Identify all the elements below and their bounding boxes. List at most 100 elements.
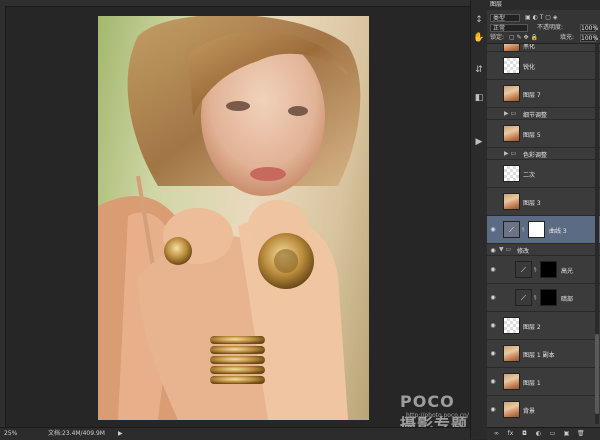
new-group-icon[interactable]: ▭ (549, 430, 556, 437)
layer-mask-thumbnail[interactable] (540, 261, 557, 278)
layer-name: 图层 2 (523, 324, 541, 331)
layer-row[interactable]: ◉ 图层 1 (487, 368, 600, 396)
layer-thumbnail (503, 401, 520, 418)
layer-thumbnail (503, 193, 520, 210)
fill-label: 填充: (560, 34, 575, 41)
opacity-field[interactable]: 100% (580, 24, 598, 32)
document-size: 文档:23.4M/409.9M (48, 430, 105, 437)
layer-name: 色彩调整 (523, 152, 548, 159)
visibility-toggle[interactable]: ◉ (489, 350, 497, 357)
layer-name: 二次 (523, 172, 536, 179)
tab-layers[interactable]: 图层 (490, 0, 502, 10)
visibility-toggle[interactable]: ◉ (489, 226, 497, 233)
new-layer-icon[interactable]: ▣ (563, 430, 570, 437)
lock-label: 锁定: (490, 34, 505, 41)
folder-icon[interactable]: ▶ ▭ (504, 150, 516, 157)
layer-row-selected[interactable]: ◉ ⟋ § 曲线 3 (487, 216, 600, 244)
trash-icon[interactable]: 🗑 (577, 430, 585, 437)
visibility-toggle[interactable]: ◉ (489, 406, 497, 413)
layer-name: 背景 (523, 408, 536, 415)
filter-icons: ▣ ◐ T ▢ ◈ (525, 14, 558, 21)
blend-mode-select[interactable]: 正常 (490, 24, 528, 32)
add-mask-icon[interactable]: ◘ (521, 430, 528, 437)
canvas-area: POCO摄影专题 http://photo.poco.cn/ (0, 0, 470, 434)
visibility-toggle[interactable]: ◉ (489, 294, 497, 301)
layer-group-row[interactable]: ▶ ▭ 色彩调整 (487, 148, 600, 160)
panel-dock-strip: ↕ ✋ ⇵ ◧ ▶ (470, 0, 488, 439)
visibility-toggle[interactable]: ◉ (489, 266, 497, 273)
layer-group-row[interactable]: ◉ ▼ ▭ 修改 (487, 244, 600, 256)
layer-row[interactable]: 黑化 (487, 43, 600, 52)
link-icon[interactable]: § (534, 267, 537, 273)
layer-name: 高光 (561, 268, 574, 275)
status-bar: 25% 文档:23.4M/409.9M ▶ (0, 427, 470, 440)
layer-name: 图层 3 (523, 200, 541, 207)
layer-row[interactable]: ◉ 图层 2 (487, 312, 600, 340)
watermark-url: http://photo.poco.cn/ (406, 412, 469, 419)
visibility-toggle[interactable]: ◉ (489, 378, 497, 385)
layer-thumbnail (503, 44, 520, 52)
layer-row[interactable]: 图层 5 (487, 120, 600, 148)
layer-row[interactable]: 图层 7 (487, 80, 600, 108)
layer-name: 暗部 (561, 296, 574, 303)
zoom-level[interactable]: 25% (4, 428, 17, 440)
layer-name: 图层 1 (523, 380, 541, 387)
folder-icon[interactable]: ▶ ▭ (504, 110, 516, 117)
properties-icon[interactable]: ◧ (473, 92, 485, 104)
layer-thumbnail (503, 373, 520, 390)
layers-panel: 图层 类型 ▣ ◐ T ▢ ◈ 正常 不透明度: 100% 锁定: ▢ ✎ ✥ … (487, 0, 600, 440)
layer-filter-row: 类型 ▣ ◐ T ▢ ◈ (487, 13, 600, 23)
layer-name: 图层 5 (523, 132, 541, 139)
blend-row: 正常 不透明度: 100% (487, 23, 600, 33)
layer-thumbnail (503, 125, 520, 142)
visibility-toggle[interactable]: ◉ (489, 247, 497, 254)
link-icon[interactable]: § (522, 227, 525, 233)
layer-mask-thumbnail[interactable] (540, 289, 557, 306)
layer-name: 曲线 3 (549, 228, 567, 235)
history-icon[interactable]: ↕ (473, 14, 485, 26)
link-layers-icon[interactable]: ∞ (493, 430, 500, 437)
layer-row[interactable]: 锐化 (487, 52, 600, 80)
layer-thumbnail (503, 345, 520, 362)
layer-thumbnail (503, 317, 520, 334)
status-menu-arrow-icon[interactable]: ▶ (118, 428, 123, 440)
curves-adjustment-icon: ⟋ (515, 289, 532, 306)
layer-name: 锐化 (523, 64, 536, 71)
layer-mask-thumbnail[interactable] (528, 221, 545, 238)
folder-open-icon[interactable]: ▼ ▭ (499, 246, 511, 253)
scrollbar-thumb[interactable] (595, 334, 599, 414)
adjustments-icon[interactable]: ⇵ (473, 64, 485, 76)
layers-panel-footer: ∞ fx ◘ ◐ ▭ ▣ 🗑 (487, 427, 600, 440)
curves-adjustment-icon: ⟋ (515, 261, 532, 278)
layer-row[interactable]: 图层 3 (487, 188, 600, 216)
layer-row[interactable]: 二次 (487, 160, 600, 188)
link-icon[interactable]: § (534, 295, 537, 301)
layer-thumbnail (503, 85, 520, 102)
opacity-label: 不透明度: (537, 24, 564, 31)
layer-row[interactable]: ◉ 图层 1 副本 (487, 340, 600, 368)
layer-list: 黑化 锐化 图层 7 ▶ ▭ 细节调整 图层 5 ▶ ▭ 色彩调整 二次 图层 … (487, 43, 600, 428)
layer-group-row[interactable]: ▶ ▭ 细节调整 (487, 108, 600, 120)
layer-row[interactable]: ◉ 背景 (487, 396, 600, 428)
filter-type-select[interactable]: 类型 (490, 14, 520, 22)
document-image[interactable] (98, 16, 369, 420)
lock-icons[interactable]: ▢ ✎ ✥ 🔒 (509, 33, 538, 43)
layer-thumbnail (503, 57, 520, 74)
play-action-icon[interactable]: ▶ (473, 136, 485, 148)
portrait-photo (98, 16, 361, 420)
layer-name: 图层 1 副本 (523, 352, 555, 359)
layer-thumbnail (503, 165, 520, 182)
adjustment-layer-icon[interactable]: ◐ (535, 430, 542, 437)
top-ruler (0, 0, 470, 7)
visibility-toggle[interactable]: ◉ (489, 322, 497, 329)
curves-adjustment-icon: ⟋ (503, 221, 520, 238)
hand-icon[interactable]: ✋ (473, 32, 485, 44)
fill-field[interactable]: 100% (580, 34, 598, 42)
layer-row[interactable]: ◉ ⟋ § 暗部 (487, 284, 600, 312)
fx-icon[interactable]: fx (507, 430, 514, 437)
layer-row[interactable]: ◉ ⟋ § 高光 (487, 256, 600, 284)
left-ruler (0, 6, 6, 427)
panel-tab-bar: 图层 (487, 0, 600, 10)
layers-scrollbar[interactable] (595, 44, 599, 424)
layer-name: 黑化 (523, 43, 536, 50)
